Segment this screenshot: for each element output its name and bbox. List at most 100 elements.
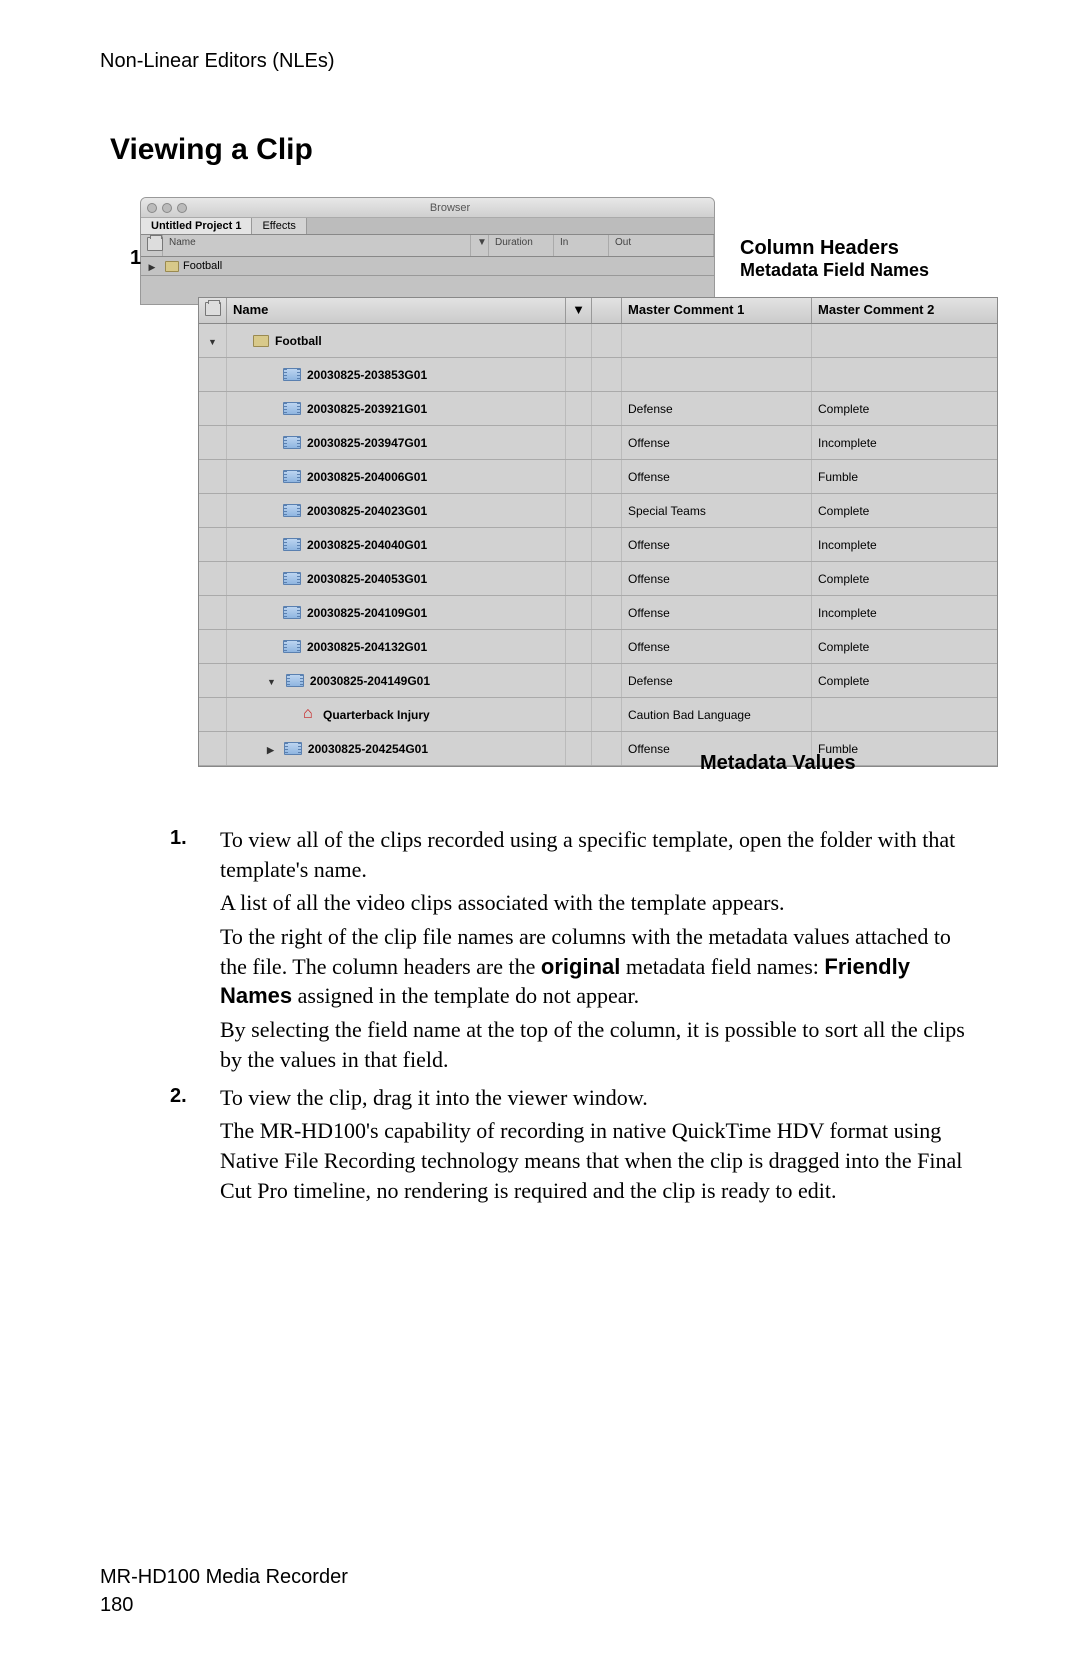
clip-name: 20030825-204132G01 (307, 640, 427, 654)
disclosure-right-icon[interactable] (149, 257, 156, 275)
clip-list: Name ▼ Master Comment 1 Master Comment 2… (198, 297, 998, 767)
sort-indicator-icon[interactable]: ▼ (566, 298, 592, 323)
callout-number-1: 1 (130, 247, 141, 270)
annotation-column-headers: Column Headers Metadata Field Names (740, 237, 929, 281)
mc2-value: Complete (812, 630, 997, 663)
marker-row[interactable]: Quarterback Injury Caution Bad Language (199, 698, 997, 732)
mc1-value: Special Teams (622, 494, 812, 527)
clip-row[interactable]: 20030825-204006G01OffenseFumble (199, 460, 997, 494)
step-text: By selecting the field name at the top o… (220, 1015, 980, 1074)
clip-name: 20030825-204109G01 (307, 606, 427, 620)
mc1-value: Offense (622, 528, 812, 561)
clip-list-header: Name ▼ Master Comment 1 Master Comment 2 (199, 298, 997, 324)
window-dot-icon (147, 203, 157, 213)
column-header-duration[interactable]: Duration (489, 235, 554, 256)
step-text: The MR-HD100's capability of recording i… (220, 1116, 980, 1205)
mc1-value: Offense (622, 596, 812, 629)
clip-row[interactable]: 20030825-204053G01OffenseComplete (199, 562, 997, 596)
clip-name: 20030825-203921G01 (307, 402, 427, 416)
bin-header-icon (141, 235, 163, 256)
column-header-mc2[interactable]: Master Comment 2 (812, 298, 997, 323)
footer-page-number: 180 (100, 1591, 348, 1619)
clip-name: 20030825-204040G01 (307, 538, 427, 552)
clip-row[interactable]: 20030825-204023G01Special TeamsComplete (199, 494, 997, 528)
column-header-name[interactable]: Name (163, 235, 471, 256)
clip-icon (283, 572, 301, 585)
clip-icon (283, 504, 301, 517)
mc1-value: Offense (622, 562, 812, 595)
tab-project[interactable]: Untitled Project 1 (141, 218, 252, 234)
clip-row[interactable]: 20030825-204132G01 OffenseComplete (199, 630, 997, 664)
clip-row[interactable]: 20030825-203921G01 DefenseComplete (199, 392, 997, 426)
disclosure-right-icon[interactable] (267, 742, 274, 756)
clip-row[interactable]: 20030825-204109G01 OffenseIncomplete (199, 596, 997, 630)
clip-row-expanded[interactable]: 20030825-204149G01 Defense Complete (199, 664, 997, 698)
clip-row[interactable]: 20030825-203853G01 (199, 358, 997, 392)
clip-name: 20030825-204254G01 (308, 742, 428, 756)
footer-product: MR-HD100 Media Recorder (100, 1563, 348, 1591)
bin-header-icon (199, 298, 227, 323)
mc1-value: Defense (622, 664, 812, 697)
mc2-value: Complete (812, 494, 997, 527)
figure: 1 Browser Untitled Project 1 Effects Nam… (140, 197, 980, 305)
folder-name: Football (275, 334, 322, 348)
folder-icon (165, 261, 179, 272)
step-number: 1. (170, 825, 220, 1079)
clip-row[interactable]: 20030825-204040G01 OffenseIncomplete (199, 528, 997, 562)
instructions: 1. To view all of the clips recorded usi… (170, 825, 980, 1209)
column-header-row: Name ▼ Duration In Out (141, 235, 714, 257)
page-header: Non-Linear Editors (NLEs) (100, 50, 980, 73)
mc2-value: Complete (812, 392, 997, 425)
mc2-value (812, 698, 997, 731)
mc1-value: Offense (622, 460, 812, 493)
mc1-value: Offense (622, 426, 812, 459)
marker-name: Quarterback Injury (323, 708, 430, 722)
mc1-value: Offense (622, 630, 812, 663)
mc2-value: Fumble (812, 460, 997, 493)
folder-icon (253, 335, 269, 347)
step-text: To the right of the clip file names are … (220, 922, 980, 1011)
clip-icon (283, 606, 301, 619)
mc1-value (622, 358, 812, 391)
window-title: Browser (192, 202, 708, 214)
clip-icon (284, 742, 302, 755)
folder-row[interactable]: Football (141, 257, 714, 276)
clip-name: 20030825-203947G01 (307, 436, 427, 450)
clip-icon (283, 538, 301, 551)
step-number: 2. (170, 1083, 220, 1210)
annotation-sublabel: Metadata Field Names (740, 260, 929, 281)
annotation-label: Column Headers (740, 237, 929, 260)
column-header-mc1[interactable]: Master Comment 1 (622, 298, 812, 323)
clip-icon (283, 640, 301, 653)
mc1-value: Defense (622, 392, 812, 425)
disclosure-down-icon[interactable] (208, 334, 217, 348)
mc2-value: Incomplete (812, 528, 997, 561)
page-footer: MR-HD100 Media Recorder 180 (100, 1563, 348, 1619)
clip-row[interactable]: 20030825-203947G01 OffenseIncomplete (199, 426, 997, 460)
clip-icon (283, 368, 301, 381)
annotation-metadata-values: Metadata Values (700, 752, 856, 775)
column-header-out[interactable]: Out (609, 235, 714, 256)
tab-effects[interactable]: Effects (252, 218, 306, 234)
folder-name: Football (183, 260, 222, 272)
mc2-value (812, 358, 997, 391)
bold-term: original (541, 954, 620, 979)
clip-icon (283, 402, 301, 415)
disclosure-down-icon[interactable] (267, 674, 276, 688)
column-header-in[interactable]: In (554, 235, 609, 256)
folder-row[interactable]: Football (199, 324, 997, 358)
mc2-value: Incomplete (812, 426, 997, 459)
clip-name: 20030825-204149G01 (310, 674, 430, 688)
window-dot-icon (162, 203, 172, 213)
column-header-name[interactable]: Name (227, 298, 566, 323)
clip-row-collapsed[interactable]: 20030825-204254G01 Offense Fumble (199, 732, 997, 766)
clip-icon (283, 436, 301, 449)
mc2-value: Incomplete (812, 596, 997, 629)
titlebar: Browser (141, 198, 714, 218)
section-title: Viewing a Clip (110, 133, 980, 167)
sort-indicator-icon[interactable]: ▼ (471, 235, 489, 256)
mc1-value: Caution Bad Language (622, 698, 812, 731)
step-text: To view all of the clips recorded using … (220, 825, 980, 884)
step-text: A list of all the video clips associated… (220, 888, 980, 918)
clip-name: 20030825-204053G01 (307, 572, 427, 586)
